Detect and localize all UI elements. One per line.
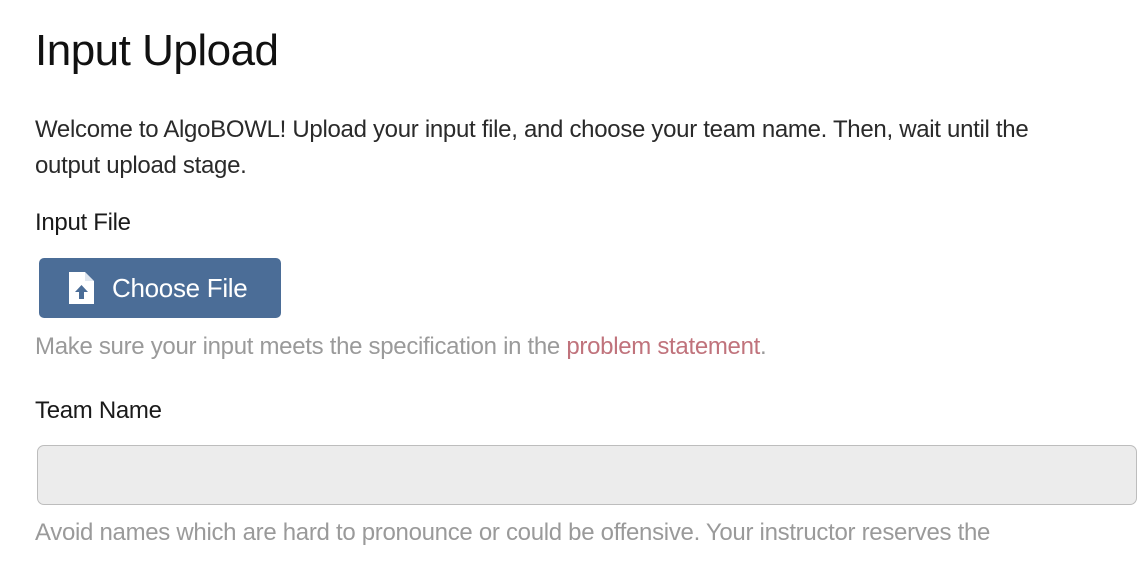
team-name-help: Avoid names which are hard to pronounce …: [35, 519, 991, 546]
input-file-help-suffix: .: [760, 333, 767, 360]
team-name-label: Team Name: [35, 397, 162, 424]
file-upload-icon: [67, 271, 95, 305]
choose-file-label: Choose File: [112, 272, 248, 303]
input-file-label: Input File: [35, 209, 131, 236]
page-title: Input Upload: [35, 26, 279, 75]
choose-file-button[interactable]: Choose File: [39, 258, 281, 318]
input-file-help-prefix: Make sure your input meets the specifica…: [35, 333, 567, 360]
input-file-help: Make sure your input meets the specifica…: [35, 333, 767, 361]
team-name-input[interactable]: [37, 445, 1137, 505]
problem-statement-link[interactable]: problem statement: [566, 333, 760, 360]
intro-text: Welcome to AlgoBOWL! Upload your input f…: [35, 116, 1029, 179]
